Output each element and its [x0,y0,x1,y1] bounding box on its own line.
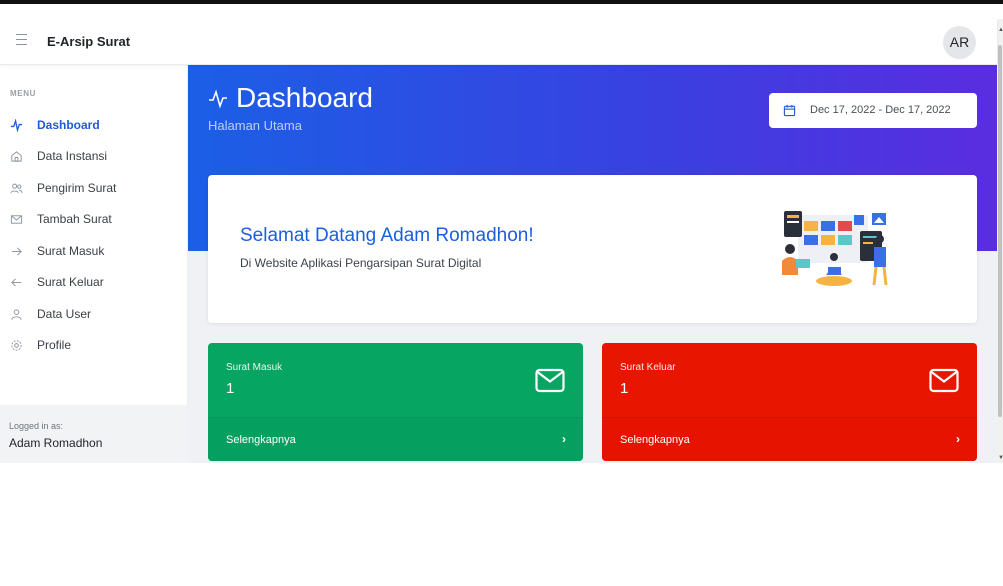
selengkapnya-link[interactable]: Selengkapnya › [602,417,977,461]
sidebar-item-data-instansi[interactable]: Data Instansi [0,147,188,167]
sidebar-item-profile[interactable]: Profile [0,336,188,356]
stat-title: Surat Masuk [226,362,283,373]
mail-icon [929,368,959,393]
logged-in-username: Adam Romadhon [9,436,103,450]
logged-in-caption: Logged in as: [9,421,64,431]
sidebar-item-label: Data Instansi [37,149,108,163]
scroll-up-icon[interactable]: ▲ [998,27,1003,33]
page-title-text: Dashboard [236,82,373,113]
sidebar-item-label: Pengirim Surat [37,181,117,195]
stat-card-surat-keluar: Surat Keluar 1 Selengkapnya › [602,343,977,461]
user-avatar[interactable]: AR [943,26,976,59]
brand-title[interactable]: E-Arsip Surat [47,34,130,49]
sidebar: MENU Dashboard Data Instansi Pengirim Su… [0,65,188,463]
gear-icon [11,340,22,351]
sidebar-item-label: Profile [37,338,72,352]
vertical-scrollbar[interactable]: ▲ ▼ [997,19,1003,463]
logged-in-panel: Logged in as: Adam Romadhon [0,405,188,463]
chevron-right-icon: › [956,432,960,446]
date-range-picker[interactable]: Dec 17, 2022 - Dec 17, 2022 [769,93,977,128]
arrow-left-icon [11,278,22,287]
user-icon [11,309,22,320]
selengkapnya-label: Selengkapnya [226,434,296,446]
stat-value: 1 [226,380,235,397]
hamburger-menu-icon[interactable] [16,34,27,46]
mail-icon [10,215,23,224]
chevron-right-icon: › [562,432,566,446]
pulse-icon [10,119,23,132]
sidebar-item-label: Tambah Surat [37,212,112,226]
scrollbar-thumb[interactable] [998,45,1002,417]
sidebar-heading: MENU [10,89,36,98]
sidebar-item-label: Surat Keluar [37,275,104,289]
welcome-subtitle: Di Website Aplikasi Pengarsipan Surat Di… [240,256,482,270]
sidebar-item-surat-masuk[interactable]: Surat Masuk [0,242,188,262]
sidebar-item-tambah-surat[interactable]: Tambah Surat [0,210,188,230]
welcome-card: Selamat Datang Adam Romadhon! Di Website… [208,175,977,323]
top-navbar: E-Arsip Surat AR [0,19,997,65]
window-top-edge [0,0,1003,4]
scroll-down-icon[interactable]: ▼ [998,455,1003,461]
users-icon [10,183,23,194]
page-title: Dashboard [208,82,373,114]
home-icon [11,151,22,162]
sidebar-item-label: Data User [37,307,92,321]
sidebar-item-dashboard[interactable]: Dashboard [0,116,188,136]
sidebar-item-label: Dashboard [37,118,100,132]
mail-icon [535,368,565,393]
stat-value: 1 [620,380,629,397]
page-subtitle: Halaman Utama [208,118,302,133]
selengkapnya-link[interactable]: Selengkapnya › [208,417,583,461]
sidebar-item-data-user[interactable]: Data User [0,305,188,325]
office-illustration [782,211,888,286]
calendar-icon [783,104,796,117]
date-range-text: Dec 17, 2022 - Dec 17, 2022 [810,104,951,116]
stat-title: Surat Keluar [620,362,676,373]
welcome-title: Selamat Datang Adam Romadhon! [240,225,534,246]
selengkapnya-label: Selengkapnya [620,434,690,446]
pulse-icon [209,89,227,109]
sidebar-item-pengirim-surat[interactable]: Pengirim Surat [0,179,188,199]
stat-card-surat-masuk: Surat Masuk 1 Selengkapnya › [208,343,583,461]
app-root: E-Arsip Surat AR MENU Dashboard Data Ins… [0,0,1003,586]
sidebar-item-label: Surat Masuk [37,244,105,258]
arrow-right-icon [11,247,22,256]
sidebar-item-surat-keluar[interactable]: Surat Keluar [0,273,188,293]
